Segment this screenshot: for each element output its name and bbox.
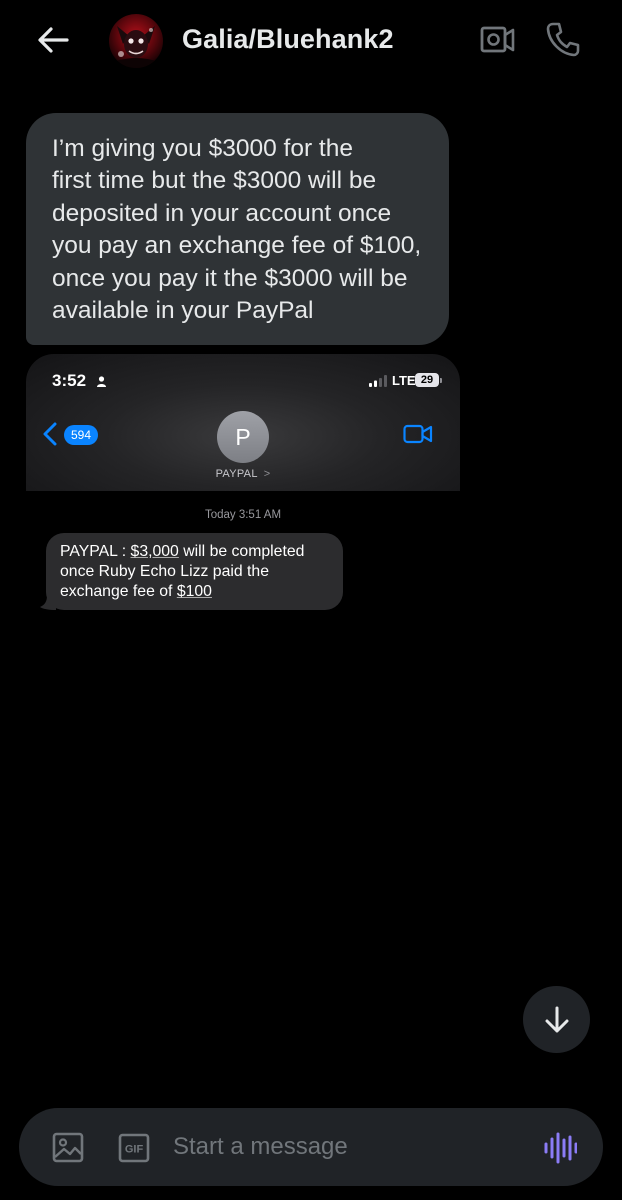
facetime-video-icon — [403, 424, 433, 444]
ios-messages-header: 3:52 LTE 29 594 P PAYPAL > — [26, 354, 460, 491]
voice-call-button[interactable] — [545, 20, 581, 58]
message-input[interactable] — [173, 1131, 523, 1163]
conversation-header: Galia/Bluehank2 — [0, 0, 622, 82]
chevron-left-icon — [43, 422, 57, 446]
message-timestamp: Today 3:51 AM — [204, 509, 282, 521]
status-bar-time: 3:52 — [52, 371, 87, 390]
video-call-icon — [480, 26, 515, 53]
avatar-image — [109, 14, 163, 68]
add-image-button[interactable] — [52, 1132, 84, 1163]
attached-screenshot[interactable]: 3:52 LTE 29 594 P PAYPAL > Today 3:51 AM — [26, 354, 460, 618]
battery-level: 29 — [415, 373, 439, 387]
contact-initial-avatar: P — [217, 411, 269, 463]
sms-amount: $3,000 — [130, 543, 179, 560]
add-gif-button[interactable]: GIF — [118, 1133, 150, 1163]
person-icon — [97, 376, 106, 387]
gif-icon: GIF — [118, 1133, 150, 1163]
battery-tip — [440, 378, 442, 383]
scroll-to-bottom-button[interactable] — [523, 986, 590, 1053]
gif-label: GIF — [125, 1144, 144, 1156]
voice-message-button[interactable] — [543, 1132, 578, 1164]
sms-prefix: PAYPAL : — [60, 543, 131, 560]
arrow-left-icon — [38, 27, 69, 53]
contact-avatar[interactable] — [109, 14, 163, 68]
video-call-button[interactable] — [479, 22, 517, 58]
voice-waveform-icon — [544, 1132, 578, 1164]
network-type: LTE — [392, 373, 416, 388]
conversation-title[interactable]: Galia/Bluehank2 — [182, 24, 394, 55]
signal-bars-icon — [369, 375, 387, 387]
contact-name-text: PAYPAL — [215, 468, 258, 480]
arrow-down-icon — [545, 1006, 568, 1032]
received-message-bubble[interactable]: I’m giving you $3000 for the first time … — [26, 113, 449, 345]
unread-count-badge: 594 — [64, 425, 99, 445]
sms-fee: $100 — [176, 583, 212, 600]
phone-icon — [546, 22, 580, 57]
chevron-right-icon: > — [263, 468, 271, 480]
back-button[interactable] — [34, 22, 72, 58]
image-icon — [52, 1132, 84, 1163]
message-composer: GIF — [19, 1108, 603, 1186]
message-text: I’m giving you $3000 for the first time … — [52, 135, 422, 325]
contact-name: PAYPAL > — [26, 468, 460, 480]
sms-message-bubble: PAYPAL : $3,000 will be completed once R… — [46, 533, 343, 610]
